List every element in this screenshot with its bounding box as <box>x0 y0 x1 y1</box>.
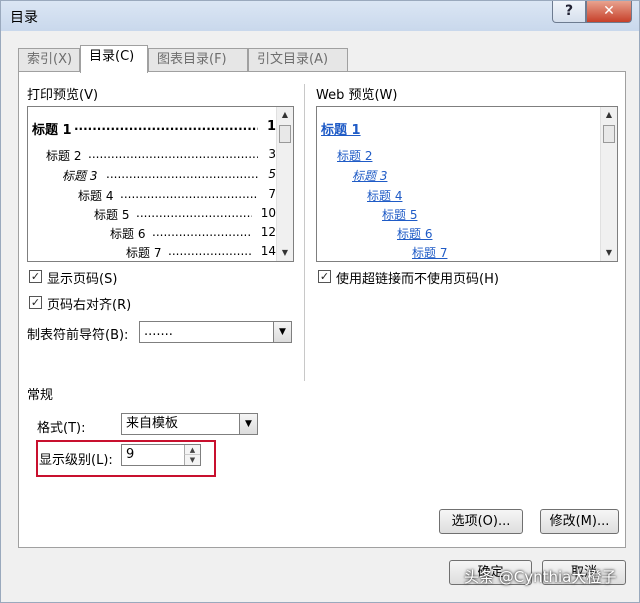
tab-leader-value: ....... <box>144 324 173 339</box>
print-entry-text: 标题 3 <box>62 169 98 183</box>
dropdown-arrow-icon[interactable]: ▼ <box>273 322 291 342</box>
levels-highlight-annotation <box>36 440 216 477</box>
show-page-numbers-checkbox[interactable]: ✓ <box>29 270 42 283</box>
print-entry-page: 10 <box>260 206 276 220</box>
dialog-title: 目录 <box>10 10 38 26</box>
print-preview-scrollbar[interactable]: ▲ ▼ <box>276 107 293 261</box>
scroll-thumb[interactable] <box>603 125 615 143</box>
web-entry-link[interactable]: 标题 7 <box>412 244 447 261</box>
tab-table-of-figures[interactable]: 图表目录(F) <box>148 48 248 72</box>
tab-index[interactable]: 索引(X) <box>18 48 80 72</box>
scroll-down-icon[interactable]: ▼ <box>601 245 617 261</box>
print-entry-text: 标题 1 <box>32 123 72 138</box>
title-bar: 目录 ? ✕ <box>1 1 639 31</box>
toc-dialog: 目录 ? ✕ 索引(X) 目录(C) 图表目录(F) 引文目录(A) 打印预览(… <box>0 0 640 603</box>
general-section-label: 常规 <box>27 388 54 403</box>
scroll-up-icon[interactable]: ▲ <box>601 107 617 123</box>
print-entry-page: 1 <box>266 119 276 134</box>
print-entry-page: 5 <box>268 167 276 181</box>
print-entry-page: 14 <box>260 244 276 258</box>
print-entry-page: 12 <box>260 225 276 239</box>
print-entry-leader: ........................................… <box>74 119 258 133</box>
scroll-up-icon[interactable]: ▲ <box>277 107 293 123</box>
web-entry-link[interactable]: 标题 4 <box>367 187 402 204</box>
format-select[interactable]: 来自模板 ▼ <box>121 413 258 435</box>
print-entry-leader: ...................................... <box>136 206 252 220</box>
web-entry-link[interactable]: 标题 5 <box>382 206 417 223</box>
watermark: 头条 @Cynthia大橙子 <box>464 568 617 586</box>
right-align-label: 页码右对齐(R) <box>47 298 132 313</box>
web-entry-link[interactable]: 标题 3 <box>352 167 387 184</box>
print-entry-leader: .................................. <box>152 225 252 239</box>
print-entry-text: 标题 4 <box>78 189 114 203</box>
print-entry-leader: ........................................… <box>88 147 258 161</box>
scroll-down-icon[interactable]: ▼ <box>277 245 293 261</box>
print-entry-text: 标题 7 <box>126 246 162 260</box>
tab-leader-label: 制表符前导符(B): <box>27 328 129 343</box>
modify-button[interactable]: 修改(M)... <box>540 509 619 534</box>
web-preview-box: 标题 1 标题 2 标题 3 标题 4 标题 5 标题 6 标题 7 ▲ ▼ <box>316 106 618 262</box>
print-entry-leader: ........................................… <box>120 187 258 201</box>
hyperlinks-label: 使用超链接而不使用页码(H) <box>336 272 499 287</box>
show-page-numbers-label: 显示页码(S) <box>47 272 118 287</box>
tab-leader-select[interactable]: ....... ▼ <box>139 321 292 343</box>
toc-panel: 打印预览(V) 标题 1 ...........................… <box>18 71 626 548</box>
print-entry-text: 标题 2 <box>46 149 82 163</box>
print-entry-page: 7 <box>268 187 276 201</box>
tab-table-of-authorities[interactable]: 引文目录(A) <box>248 48 348 72</box>
right-align-checkbox[interactable]: ✓ <box>29 296 42 309</box>
print-preview-box: 标题 1 ...................................… <box>27 106 294 262</box>
print-entry-page: 3 <box>268 147 276 161</box>
print-entry-text: 标题 5 <box>94 208 130 222</box>
tab-table-of-contents[interactable]: 目录(C) <box>80 45 148 73</box>
web-preview-label: Web 预览(W) <box>316 88 398 103</box>
print-entry-leader: ............................... <box>168 244 252 258</box>
web-entry-link[interactable]: 标题 1 <box>321 119 361 138</box>
print-entry-text: 标题 6 <box>110 227 146 241</box>
column-divider <box>304 84 305 381</box>
help-button[interactable]: ? <box>552 1 586 23</box>
hyperlinks-checkbox[interactable]: ✓ <box>318 270 331 283</box>
print-entry-leader: ........................................… <box>106 167 258 181</box>
options-button[interactable]: 选项(O)... <box>439 509 523 534</box>
print-preview-label: 打印预览(V) <box>27 88 99 103</box>
format-label: 格式(T): <box>37 421 86 436</box>
web-preview-scrollbar[interactable]: ▲ ▼ <box>600 107 617 261</box>
dropdown-arrow-icon[interactable]: ▼ <box>239 414 257 434</box>
web-entry-link[interactable]: 标题 2 <box>337 147 372 164</box>
scroll-thumb[interactable] <box>279 125 291 143</box>
close-button[interactable]: ✕ <box>586 1 632 23</box>
format-value: 来自模板 <box>126 416 179 431</box>
web-entry-link[interactable]: 标题 6 <box>397 225 432 242</box>
